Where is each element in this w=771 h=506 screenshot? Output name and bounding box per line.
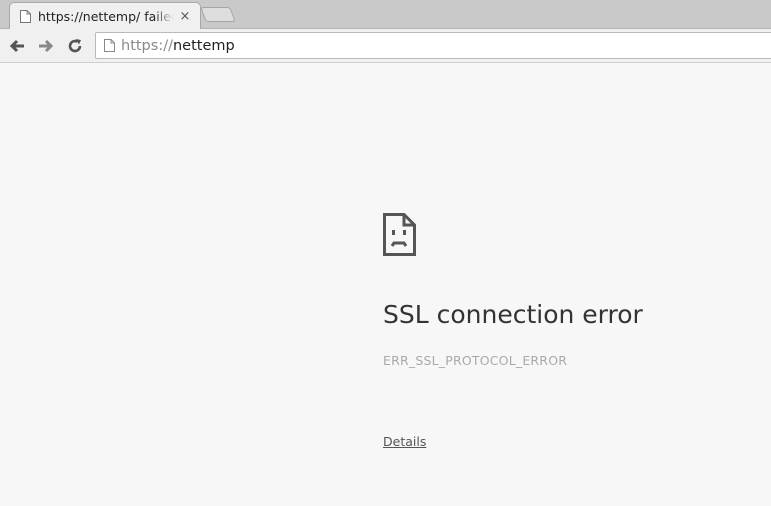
error-title: SSL connection error (383, 300, 643, 329)
reload-icon (68, 39, 82, 53)
forward-button[interactable] (35, 35, 57, 57)
back-button[interactable] (6, 35, 28, 57)
reload-button[interactable] (64, 35, 86, 57)
forward-arrow-icon (39, 39, 54, 53)
back-arrow-icon (9, 39, 24, 53)
url-scheme: https:// (121, 37, 173, 54)
tab-strip: https://nettemp/ failed × (0, 0, 771, 29)
address-url[interactable]: https://nettemp (121, 38, 235, 54)
details-link[interactable]: Details (383, 434, 426, 449)
address-bar[interactable]: https://nettemp (95, 32, 771, 59)
toolbar: https://nettemp (0, 29, 771, 63)
url-host: nettemp (172, 37, 235, 54)
tab-title: https://nettemp/ failed (38, 8, 174, 24)
error-page: SSL connection error ERR_SSL_PROTOCOL_ER… (0, 63, 771, 506)
page-icon (104, 39, 115, 52)
error-code: ERR_SSL_PROTOCOL_ERROR (383, 353, 568, 368)
tab-close-icon[interactable]: × (178, 9, 192, 24)
page-icon (20, 9, 31, 23)
tab-inner: https://nettemp/ failed × (20, 7, 192, 25)
sad-page-icon (383, 213, 416, 256)
new-tab-button[interactable] (200, 7, 236, 22)
tab-active[interactable]: https://nettemp/ failed × (9, 2, 201, 29)
